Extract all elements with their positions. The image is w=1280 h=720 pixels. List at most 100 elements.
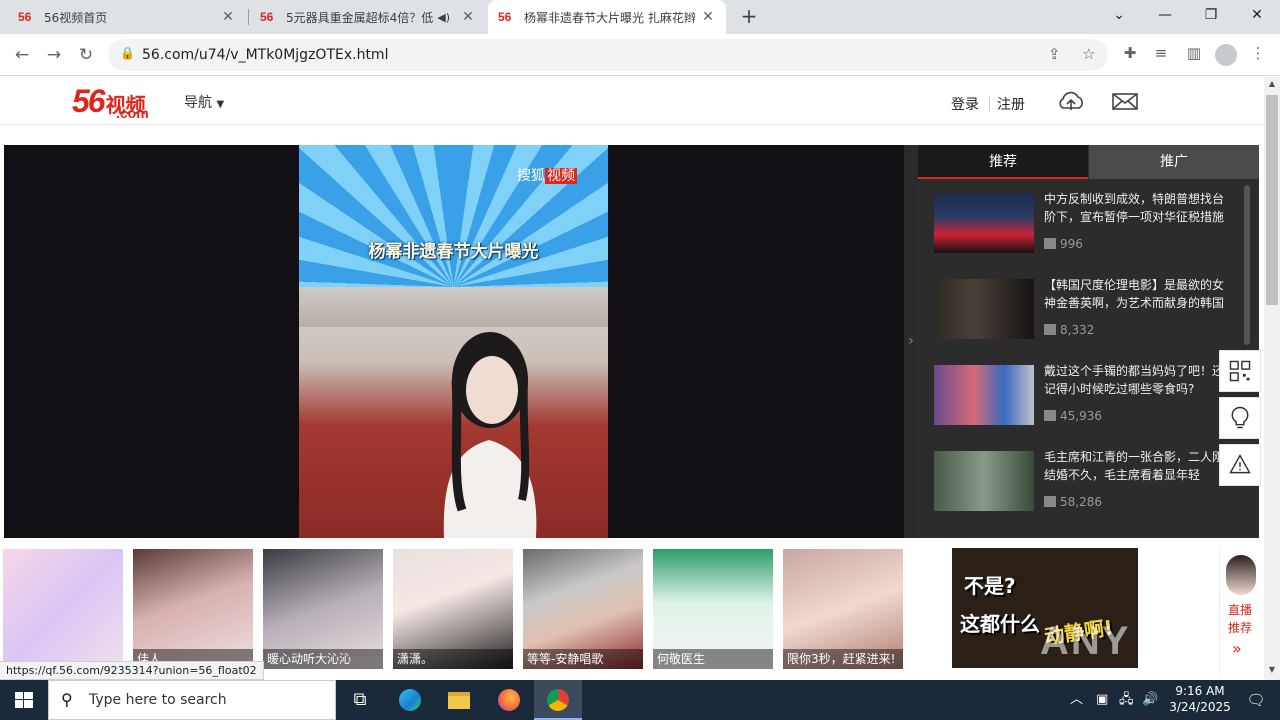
recommend-item[interactable]: 戴过这个手镯的都当妈妈了吧！还记得小时候吃过哪些零食吗? 45,936	[934, 362, 1234, 427]
new-tab-button[interactable]: +	[738, 6, 760, 28]
register-link[interactable]: 注册	[997, 94, 1025, 114]
recommend-item[interactable]: 毛主席和江青的一张合影，二人刚结婚不久，毛主席看着显年轻 58,286	[934, 448, 1234, 513]
forward-arrow-icon[interactable]: →	[42, 43, 66, 67]
recommend-title[interactable]: 【韩国尺度伦理电影】是最欲的女神金善英啊，为艺术而献身的韩国	[1044, 276, 1229, 314]
nav-label: 导航	[184, 95, 212, 111]
recommend-thumbnail[interactable]	[934, 365, 1034, 425]
warning-icon	[1229, 454, 1251, 474]
video-frame[interactable]: 搜狐 视频 杨幂非遗春节大片曝光	[299, 145, 608, 538]
recommend-item[interactable]: 【韩国尺度伦理电影】是最欲的女神金善英啊，为艺术而献身的韩国 8,332	[934, 276, 1234, 341]
logo-number: 56	[72, 83, 106, 119]
share-icon[interactable]: ⇪	[1048, 45, 1061, 63]
menu-kebab-icon[interactable]: ⋮	[1247, 44, 1269, 66]
taskbar-search[interactable]: ⚲ Type here to search	[48, 680, 336, 720]
tab-video-active[interactable]: 56 杨幂非遗春节大片曝光 扎麻花辫 ✕	[488, 0, 726, 34]
lock-icon[interactable]: 🔒	[120, 46, 135, 60]
message-envelope-icon[interactable]	[1110, 89, 1140, 113]
tab-close-icon[interactable]: ✕	[700, 9, 716, 25]
network-icon[interactable]: 🖧	[1119, 680, 1134, 720]
browser-toolbar: ← → ↻ 🔒 56.com/u74/v_MTk0MjgzOTEx.html ⇪…	[0, 34, 1280, 76]
task-view-icon[interactable]: ⧉	[336, 680, 384, 720]
tab-promote[interactable]: 推广	[1089, 145, 1259, 179]
taskbar-clock[interactable]: 9:16 AM 3/24/2025	[1160, 683, 1240, 715]
edge-browser-icon[interactable]	[386, 680, 434, 720]
play-count-icon	[1044, 410, 1056, 421]
double-chevron-right-icon[interactable]: »	[1232, 639, 1242, 658]
tab-recommend[interactable]: 推荐	[918, 145, 1088, 179]
live-recommend-sidebar[interactable]: 直播推荐 »	[1219, 547, 1263, 677]
minimize-button[interactable]: —	[1142, 0, 1188, 34]
page-scrollbar[interactable]: ▲ ▼	[1264, 77, 1280, 680]
live-caption: 何敬医生	[653, 649, 773, 669]
extensions-icon[interactable]: ✚	[1119, 44, 1141, 66]
play-count-icon	[1044, 324, 1056, 335]
side-panel-icon[interactable]: ▥	[1183, 44, 1205, 66]
chrome-icon[interactable]	[534, 680, 582, 720]
video-player[interactable]: 搜狐 视频 杨幂非遗春节大片曝光	[4, 145, 904, 538]
caret-down-icon: ▼	[216, 99, 225, 110]
scroll-thumb[interactable]	[1266, 95, 1278, 305]
logo-domain: .com	[116, 105, 149, 121]
panel-collapse-chevron-icon[interactable]: ›	[904, 145, 918, 538]
video-title-overlay: 杨幂非遗春节大片曝光	[368, 242, 539, 262]
status-bar-url: https://qf.56.com/9235314?union=56_float…	[0, 661, 264, 680]
live-thumbnail[interactable]: 何敬医生	[653, 549, 773, 669]
report-button[interactable]	[1219, 444, 1261, 486]
volume-icon[interactable]: 🔊	[1142, 680, 1158, 720]
ad-text-1: 不是?	[964, 574, 1016, 598]
recommend-thumbnail[interactable]	[934, 451, 1034, 511]
feedback-button[interactable]	[1219, 397, 1261, 439]
search-icon: ⚲	[61, 690, 73, 709]
recommend-views: 45,936	[1044, 409, 1102, 423]
tab-news[interactable]: 56 5元器具重金属超标4倍？低 ◀) ✕	[250, 0, 486, 34]
notification-icon[interactable]: 🗨	[1232, 680, 1280, 720]
reload-icon[interactable]: ↻	[74, 43, 98, 67]
close-window-button[interactable]: ✕	[1234, 0, 1280, 34]
lightbulb-icon	[1231, 406, 1249, 429]
tray-chevron-icon[interactable]: ︿	[1070, 680, 1083, 720]
live-thumbnail[interactable]: 暖心动听大沁沁	[263, 549, 383, 669]
scroll-down-arrow-icon[interactable]: ▼	[1264, 665, 1280, 674]
tab-close-icon[interactable]: ✕	[220, 9, 236, 25]
site-logo[interactable]: 56 视频 .com	[72, 83, 149, 121]
address-bar[interactable]: 🔒 56.com/u74/v_MTk0MjgzOTEx.html ⇪ ☆	[108, 39, 1108, 71]
file-explorer-icon[interactable]	[435, 680, 483, 720]
windows-start-icon[interactable]	[0, 680, 48, 720]
bookmark-star-icon[interactable]: ☆	[1082, 45, 1095, 63]
anyrun-watermark: ANY RUN	[1040, 619, 1236, 663]
login-link[interactable]: 登录	[951, 94, 979, 114]
tab-search-chevron-icon[interactable]: ⌄	[1096, 0, 1142, 34]
panel-scrollbar[interactable]	[1244, 185, 1250, 345]
recommend-title[interactable]: 中方反制收到成效，特朗普想找台阶下，宣布暂停一项对华征税措施	[1044, 190, 1229, 228]
upload-cloud-icon[interactable]	[1056, 89, 1086, 113]
firefox-icon[interactable]	[485, 680, 533, 720]
site-header: 56 视频 .com 导航 ▼ 登录 注册	[0, 77, 1264, 125]
recommend-item[interactable]: 中方反制收到成效，特朗普想找台阶下，宣布暂停一项对华征税措施 996	[934, 190, 1234, 255]
recommend-title[interactable]: 戴过这个手镯的都当妈妈了吧！还记得小时候吃过哪些零食吗?	[1044, 362, 1229, 400]
recommend-title[interactable]: 毛主席和江青的一张合影，二人刚结婚不久，毛主席看着显年轻	[1044, 448, 1229, 486]
nav-dropdown[interactable]: 导航 ▼	[184, 92, 224, 112]
live-thumbnail[interactable]: 等等-安静唱歌	[523, 549, 643, 669]
qr-code-button[interactable]	[1219, 350, 1261, 392]
play-count-icon	[1044, 496, 1056, 507]
tab-56-home[interactable]: 56 56视频首页 ✕	[8, 0, 246, 34]
live-recommend-label[interactable]: 直播推荐	[1228, 601, 1258, 637]
speaker-icon[interactable]: ◀)	[437, 11, 450, 24]
recommend-thumbnail[interactable]	[934, 279, 1034, 339]
restore-button[interactable]: ❐	[1188, 0, 1234, 34]
tab-title: 杨幂非遗春节大片曝光 扎麻花辫	[524, 10, 696, 25]
live-thumbnail[interactable]: 佳人	[133, 549, 253, 669]
live-thumbnail[interactable]: 潇潇。	[393, 549, 513, 669]
profile-avatar[interactable]	[1215, 44, 1237, 66]
live-thumbnail[interactable]: 限你3秒，赶紧进来!	[783, 549, 903, 669]
back-arrow-icon[interactable]: ←	[10, 43, 34, 67]
tray-device-icon[interactable]: ▣	[1096, 680, 1108, 720]
recommend-thumbnail[interactable]	[934, 193, 1034, 253]
tab-close-icon[interactable]: ✕	[460, 9, 476, 25]
url-text[interactable]: 56.com/u74/v_MTk0MjgzOTEx.html	[142, 47, 388, 63]
tab-strip: 56 56视频首页 ✕ 56 5元器具重金属超标4倍？低 ◀) ✕ 56 杨幂非…	[0, 0, 1280, 34]
live-thumbnail[interactable]	[3, 549, 123, 669]
media-control-icon[interactable]: ≡	[1150, 44, 1172, 66]
scroll-up-arrow-icon[interactable]: ▲	[1264, 79, 1280, 88]
live-avatar[interactable]	[1226, 555, 1256, 595]
